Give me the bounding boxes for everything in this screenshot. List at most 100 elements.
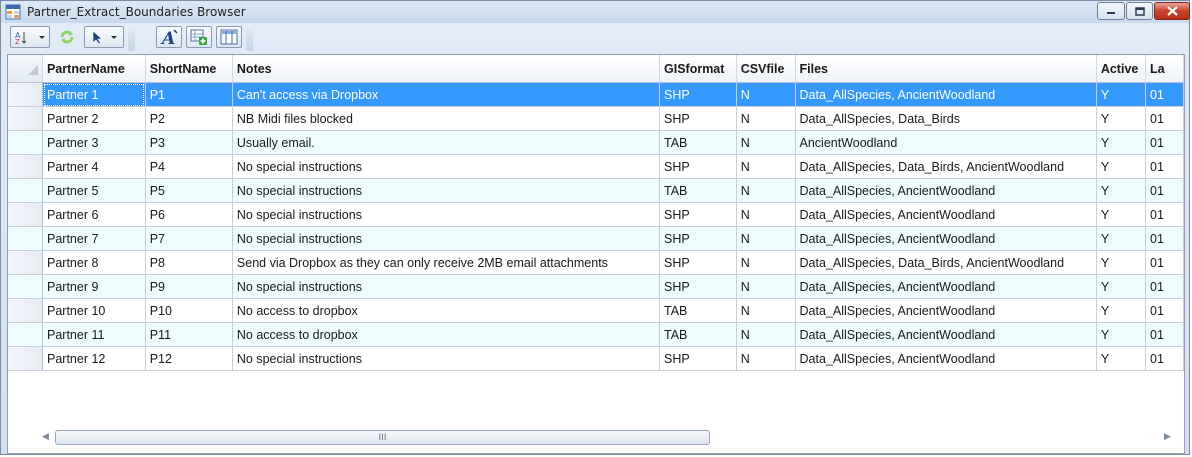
cell-files[interactable]: Data_AllSpecies, Data_Birds, AncientWood… bbox=[795, 154, 1097, 179]
cell-la[interactable]: 01 bbox=[1145, 322, 1184, 347]
scroll-right-icon[interactable]: ▶ bbox=[1164, 432, 1171, 442]
cell-gisformat[interactable]: SHP bbox=[659, 274, 737, 299]
cell-la[interactable]: 01 bbox=[1145, 178, 1184, 203]
cell-gisformat[interactable]: SHP bbox=[659, 346, 737, 371]
cell-notes[interactable]: No access to dropbox bbox=[232, 322, 661, 347]
cell-notes[interactable]: No special instructions bbox=[232, 154, 661, 179]
cell-la[interactable]: 01 bbox=[1145, 346, 1184, 371]
cell-notes[interactable]: Can't access via Dropbox bbox=[232, 82, 661, 107]
row-selector[interactable] bbox=[8, 346, 43, 371]
refresh-button[interactable] bbox=[54, 26, 80, 48]
cell-la[interactable]: 01 bbox=[1145, 106, 1184, 131]
cell-files[interactable]: Data_AllSpecies, Data_Birds, AncientWood… bbox=[795, 250, 1097, 275]
cell-active[interactable]: Y bbox=[1096, 106, 1147, 131]
cell-partnername[interactable]: Partner 11 bbox=[42, 322, 146, 347]
select-tool-button[interactable] bbox=[84, 26, 124, 48]
table-row[interactable]: Partner 2 P2 NB Midi files blocked SHP N Data… bbox=[8, 106, 1184, 131]
cell-partnername[interactable]: Partner 7 bbox=[42, 226, 146, 251]
column-header-la[interactable]: La bbox=[1145, 55, 1184, 83]
cell-la[interactable]: 01 bbox=[1145, 250, 1184, 275]
cell-csvfile[interactable]: N bbox=[736, 322, 796, 347]
scrollbar-thumb[interactable]: III bbox=[55, 430, 710, 445]
select-all-corner[interactable] bbox=[8, 55, 43, 83]
cell-files[interactable]: Data_AllSpecies, AncientWoodland bbox=[795, 322, 1097, 347]
column-header-csvfile[interactable]: CSVfile bbox=[736, 55, 796, 83]
font-button[interactable]: A bbox=[156, 26, 182, 48]
cell-shortname[interactable]: P10 bbox=[145, 298, 233, 323]
cell-shortname[interactable]: P5 bbox=[145, 178, 233, 203]
column-header-files[interactable]: Files bbox=[795, 55, 1097, 83]
cell-active[interactable]: Y bbox=[1096, 346, 1147, 371]
cell-csvfile[interactable]: N bbox=[736, 298, 796, 323]
column-header-notes[interactable]: Notes bbox=[232, 55, 661, 83]
cell-shortname[interactable]: P11 bbox=[145, 322, 233, 347]
table-row[interactable]: Partner 12 P12 No special instructions SHP N… bbox=[8, 346, 1184, 371]
cell-files[interactable]: AncientWoodland bbox=[795, 130, 1097, 155]
cell-files[interactable]: Data_AllSpecies, AncientWoodland bbox=[795, 178, 1097, 203]
row-selector[interactable] bbox=[8, 322, 43, 347]
cell-files[interactable]: Data_AllSpecies, AncientWoodland bbox=[795, 82, 1097, 107]
row-selector[interactable] bbox=[8, 274, 43, 299]
cell-csvfile[interactable]: N bbox=[736, 178, 796, 203]
cell-active[interactable]: Y bbox=[1096, 298, 1147, 323]
close-button[interactable] bbox=[1154, 2, 1190, 20]
cell-la[interactable]: 01 bbox=[1145, 226, 1184, 251]
row-selector[interactable] bbox=[8, 82, 43, 107]
cell-active[interactable]: Y bbox=[1096, 154, 1147, 179]
filter-dropdown-button[interactable]: A Z bbox=[10, 26, 50, 48]
cell-partnername[interactable]: Partner 5 bbox=[42, 178, 146, 203]
table-row[interactable]: Partner 7 P7 No special instructions SHP N Da… bbox=[8, 226, 1184, 251]
row-selector[interactable] bbox=[8, 202, 43, 227]
cell-gisformat[interactable]: TAB bbox=[659, 178, 737, 203]
row-selector[interactable] bbox=[8, 154, 43, 179]
column-header-shortname[interactable]: ShortName bbox=[145, 55, 233, 83]
cell-gisformat[interactable]: TAB bbox=[659, 298, 737, 323]
maximize-button[interactable] bbox=[1126, 2, 1153, 20]
cell-gisformat[interactable]: SHP bbox=[659, 250, 737, 275]
cell-active[interactable]: Y bbox=[1096, 130, 1147, 155]
table-row[interactable]: Partner 9 P9 No special instructions SHP N Da… bbox=[8, 274, 1184, 299]
cell-csvfile[interactable]: N bbox=[736, 250, 796, 275]
cell-notes[interactable]: Send via Dropbox as they can only receiv… bbox=[232, 250, 661, 275]
cell-active[interactable]: Y bbox=[1096, 82, 1147, 107]
cell-active[interactable]: Y bbox=[1096, 250, 1147, 275]
cell-active[interactable]: Y bbox=[1096, 322, 1147, 347]
row-selector[interactable] bbox=[8, 250, 43, 275]
cell-partnername[interactable]: Partner 6 bbox=[42, 202, 146, 227]
table-row[interactable]: Partner 8 P8 Send via Dropbox as they can … bbox=[8, 250, 1184, 275]
toolbar-grip[interactable] bbox=[128, 29, 135, 51]
cell-files[interactable]: Data_AllSpecies, Data_Birds bbox=[795, 106, 1097, 131]
cell-csvfile[interactable]: N bbox=[736, 154, 796, 179]
cell-partnername[interactable]: Partner 8 bbox=[42, 250, 146, 275]
cell-shortname[interactable]: P9 bbox=[145, 274, 233, 299]
table-row[interactable]: Partner 1 P1 Can't access via Dropbox SHP N D… bbox=[8, 82, 1184, 107]
cell-notes[interactable]: NB Midi files blocked bbox=[232, 106, 661, 131]
cell-active[interactable]: Y bbox=[1096, 202, 1147, 227]
row-selector[interactable] bbox=[8, 130, 43, 155]
cell-la[interactable]: 01 bbox=[1145, 298, 1184, 323]
table-row[interactable]: Partner 5 P5 No special instructions TAB N Da… bbox=[8, 178, 1184, 203]
cell-shortname[interactable]: P2 bbox=[145, 106, 233, 131]
cell-files[interactable]: Data_AllSpecies, AncientWoodland bbox=[795, 274, 1097, 299]
cell-partnername[interactable]: Partner 1 bbox=[42, 82, 146, 107]
title-bar[interactable]: Partner_Extract_Boundaries Browser bbox=[1, 1, 1190, 23]
columns-button[interactable] bbox=[216, 26, 242, 48]
cell-notes[interactable]: No special instructions bbox=[232, 346, 661, 371]
cell-partnername[interactable]: Partner 9 bbox=[42, 274, 146, 299]
cell-la[interactable]: 01 bbox=[1145, 274, 1184, 299]
cell-la[interactable]: 01 bbox=[1145, 82, 1184, 107]
cell-active[interactable]: Y bbox=[1096, 274, 1147, 299]
cell-csvfile[interactable]: N bbox=[736, 82, 796, 107]
horizontal-scrollbar[interactable]: ◀ III ▶ bbox=[38, 429, 1178, 446]
cell-notes[interactable]: Usually email. bbox=[232, 130, 661, 155]
row-selector[interactable] bbox=[8, 106, 43, 131]
cell-gisformat[interactable]: TAB bbox=[659, 130, 737, 155]
column-header-gisformat[interactable]: GISformat bbox=[659, 55, 737, 83]
cell-files[interactable]: Data_AllSpecies, AncientWoodland bbox=[795, 298, 1097, 323]
cell-la[interactable]: 01 bbox=[1145, 130, 1184, 155]
table-row[interactable]: Partner 6 P6 No special instructions SHP N Da… bbox=[8, 202, 1184, 227]
cell-la[interactable]: 01 bbox=[1145, 154, 1184, 179]
cell-active[interactable]: Y bbox=[1096, 178, 1147, 203]
cell-files[interactable]: Data_AllSpecies, AncientWoodland bbox=[795, 202, 1097, 227]
cell-gisformat[interactable]: SHP bbox=[659, 82, 737, 107]
